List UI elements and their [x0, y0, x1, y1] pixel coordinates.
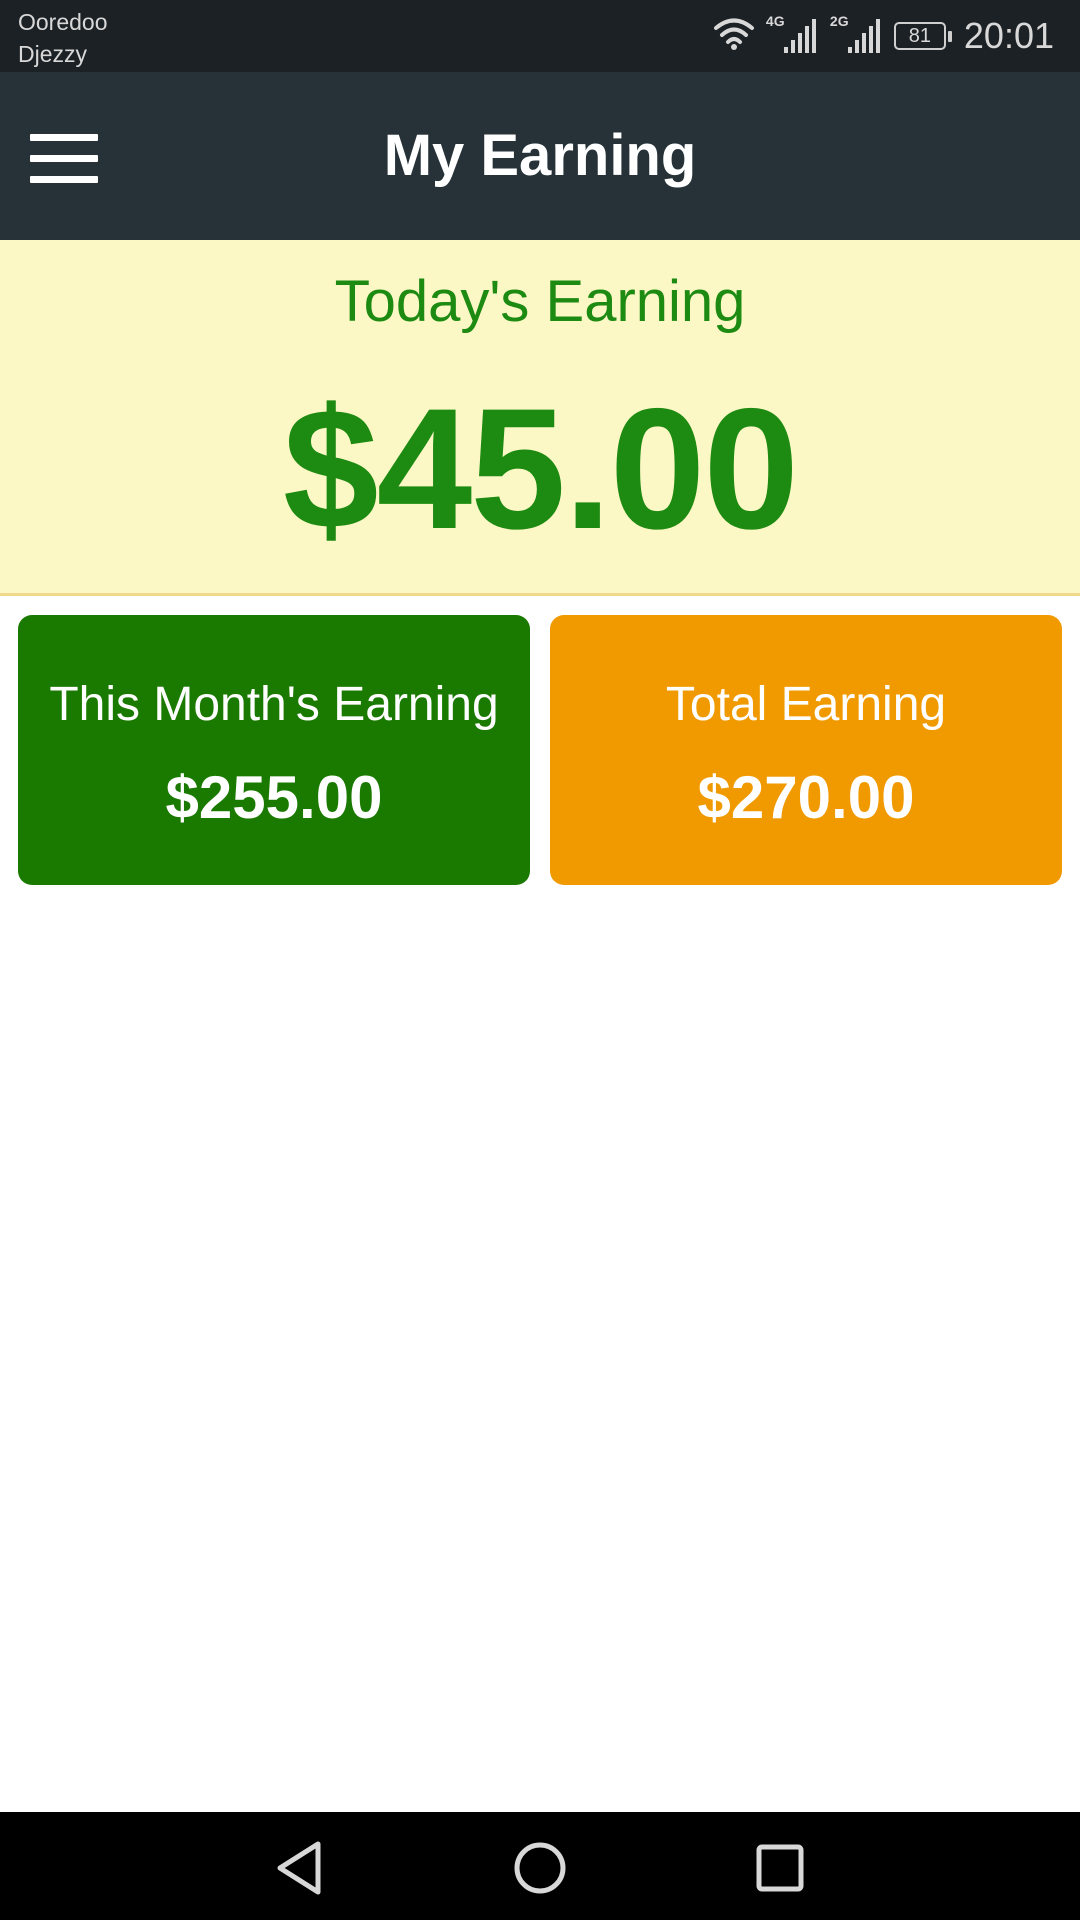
status-icons: 4G 2G 81 20:01	[713, 10, 1054, 62]
battery-icon: 81	[893, 22, 952, 50]
toolbar: My Earning	[0, 72, 1080, 240]
month-earning-label: This Month's Earning	[49, 678, 499, 731]
carrier-1: Ooredoo	[18, 9, 108, 35]
carrier-names: Ooredoo Djezzy	[18, 6, 108, 70]
battery-level: 81	[908, 24, 932, 47]
wifi-icon	[713, 17, 754, 56]
back-icon[interactable]	[268, 1836, 332, 1900]
navigation-bar	[0, 1812, 1080, 1920]
total-earning-label: Total Earning	[665, 678, 947, 731]
home-icon[interactable]	[508, 1836, 572, 1900]
month-earning-card[interactable]: This Month's Earning $255.00	[18, 615, 530, 885]
today-earning-label: Today's Earning	[334, 269, 746, 334]
status-bar: Ooredoo Djezzy 4G 2G 81 20:01	[0, 0, 1080, 72]
carrier-2: Djezzy	[18, 41, 88, 67]
signal-icon: 4G	[766, 13, 818, 55]
network-type-2: 2G	[829, 13, 849, 29]
signal-icon: 2G	[830, 13, 882, 55]
month-earning-value: $255.00	[165, 764, 383, 831]
total-earning-value: $270.00	[697, 764, 915, 831]
today-earning-panel: Today's Earning $45.00	[0, 240, 1080, 596]
clock: 20:01	[963, 15, 1054, 56]
network-type-1: 4G	[765, 13, 785, 29]
total-earning-card[interactable]: Total Earning $270.00	[550, 615, 1062, 885]
today-earning-value: $45.00	[282, 373, 799, 565]
page-title: My Earning	[383, 123, 697, 188]
recent-apps-icon[interactable]	[748, 1836, 812, 1900]
